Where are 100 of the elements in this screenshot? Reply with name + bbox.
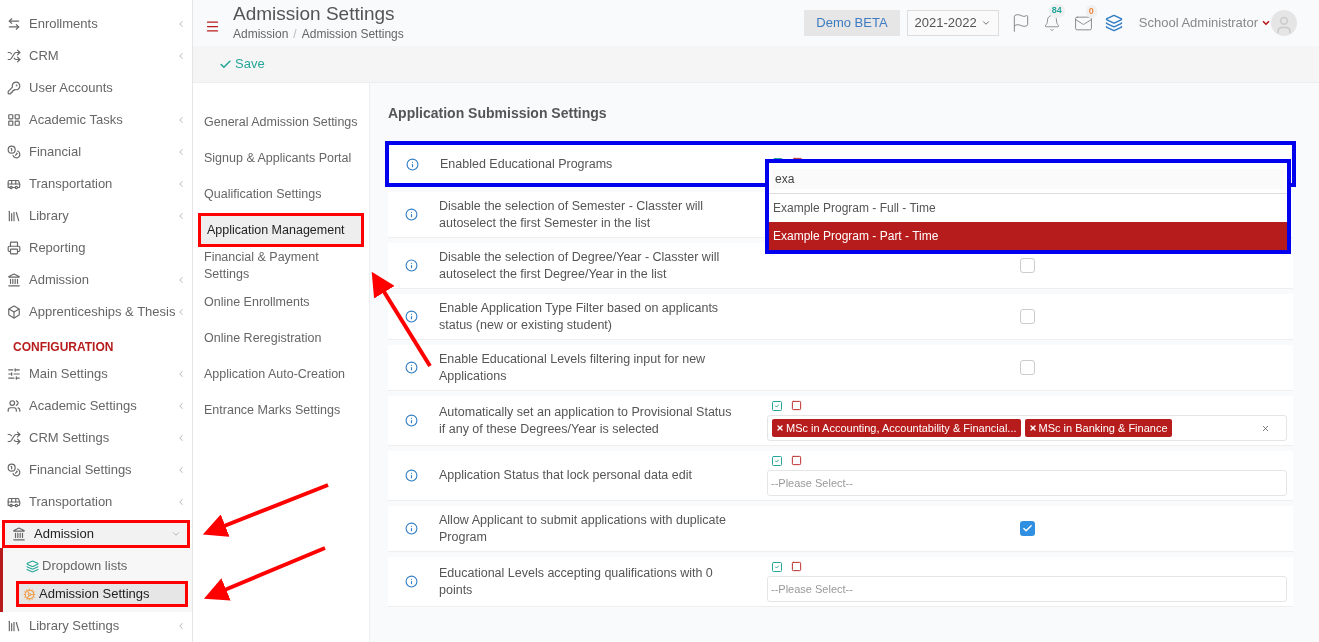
settings-tab[interactable]: General Admission Settings <box>204 105 358 139</box>
user-name[interactable]: School Administrator <box>1138 13 1258 33</box>
sidebar-item[interactable]: Reporting <box>0 234 192 262</box>
check-icon <box>1021 523 1033 534</box>
setting-label: Disable the selection of Semester - Classter will autoselect the first Semester in the list <box>439 197 704 232</box>
tag[interactable]: MSc in Banking & Finance <box>1024 418 1172 438</box>
settings-tab[interactable]: Online Reregistration <box>204 321 358 355</box>
bank-icon <box>7 273 21 287</box>
info-icon[interactable] <box>405 208 418 221</box>
sidebar-item[interactable]: Enrollments <box>0 10 192 38</box>
checkbox[interactable] <box>1019 309 1035 324</box>
sidebar-item[interactable]: Apprenticeships & Thesis <box>0 298 192 326</box>
chevron-left-icon <box>176 433 186 443</box>
deselect-all-icon[interactable] <box>791 400 802 411</box>
settings-tab[interactable]: Entrance Marks Settings <box>204 393 358 427</box>
chevron-down-icon <box>171 529 181 539</box>
setting-label: Enable Educational Levels filtering input for new Applications <box>439 350 707 385</box>
select-all-icon[interactable] <box>771 400 783 412</box>
info-icon[interactable] <box>405 469 418 482</box>
breadcrumb-separator: / <box>293 26 297 43</box>
sidebar-item[interactable]: Main Settings <box>0 360 192 388</box>
sidebar-item[interactable]: Financial <box>0 138 192 166</box>
chevron-left-icon <box>176 307 186 317</box>
sidebar-item[interactable]: CRM <box>0 42 192 70</box>
select-field[interactable]: --Please Select-- <box>767 576 1287 602</box>
remove-icon[interactable] <box>776 424 784 432</box>
sidebar-item[interactable]: Admission <box>0 266 192 294</box>
sidebar-item[interactable]: User Accounts <box>0 74 192 102</box>
bus-icon <box>7 177 21 191</box>
chevron-left-icon <box>176 147 186 157</box>
bus-icon <box>7 495 21 509</box>
sidebar-item[interactable]: Library <box>0 202 192 230</box>
books-icon <box>7 619 21 633</box>
chevron-left-icon <box>176 211 186 221</box>
sidebar-item[interactable]: Academic Settings <box>0 392 192 420</box>
select-all-icon[interactable] <box>771 561 783 573</box>
deselect-all-icon[interactable] <box>791 455 802 466</box>
grid-icon <box>7 113 21 127</box>
info-icon[interactable] <box>405 414 418 427</box>
demo-button[interactable]: Demo BETA <box>804 10 900 36</box>
info-icon[interactable] <box>405 575 418 588</box>
setting-label: Application Status that lock personal data edit <box>439 467 693 484</box>
remove-icon[interactable] <box>1028 424 1037 432</box>
multiselect-field[interactable]: MSc in Accounting, Accountability & Financial... MSc in Banking & Finance <box>767 415 1287 441</box>
year-select[interactable]: 2021-2022 <box>906 10 999 36</box>
box-icon <box>7 305 21 319</box>
sidebar-item[interactable]: Financial Settings <box>0 456 192 484</box>
sidebar-item[interactable]: Library Settings <box>0 612 192 640</box>
printer-icon <box>7 241 21 255</box>
bank-icon <box>12 527 26 541</box>
checkbox[interactable] <box>1019 258 1035 273</box>
chevron-left-icon <box>176 369 186 379</box>
sidebar-subitem[interactable]: Admission Settings <box>16 581 188 607</box>
info-icon[interactable] <box>405 522 418 535</box>
caret-icon <box>980 18 991 28</box>
clear-icon[interactable] <box>1261 423 1270 433</box>
deselect-all-icon[interactable] <box>791 561 802 572</box>
shuffle-icon <box>7 49 21 63</box>
sidebar-item[interactable]: Admission <box>2 520 190 548</box>
settings-tab[interactable]: Signup & Applicants Portal <box>204 141 358 175</box>
books-icon <box>7 209 21 223</box>
tag[interactable]: MSc in Accounting, Accountability & Financial... <box>772 418 1021 438</box>
notification-badge: 84 <box>1048 4 1065 18</box>
search-field[interactable]: exa <box>772 169 1284 189</box>
settings-tab[interactable]: Qualification Settings <box>204 177 358 211</box>
layers-plus-icon[interactable] <box>1104 14 1123 32</box>
chevron-left-icon <box>176 115 186 125</box>
sliders-icon <box>7 367 21 381</box>
people-icon <box>7 399 21 413</box>
select-all-icon[interactable] <box>771 455 783 467</box>
settings-tab[interactable]: Application Auto-Creation <box>204 357 358 391</box>
cog-icon <box>23 587 36 601</box>
dropdown-option[interactable]: Example Program - Part - Time <box>769 222 1287 250</box>
chevron-left-icon <box>176 19 186 29</box>
sidebar-item[interactable]: Academic Tasks <box>0 106 192 134</box>
settings-tab[interactable]: Application Management <box>198 213 364 247</box>
caret-icon <box>1261 18 1271 28</box>
chevron-left-icon <box>176 465 186 475</box>
sidebar-item[interactable]: Transportation <box>0 488 192 516</box>
check-icon <box>219 57 232 71</box>
sidebar-subitem[interactable]: Dropdown lists <box>23 553 192 579</box>
settings-tab[interactable]: Online Enrollments <box>204 285 358 319</box>
info-icon[interactable] <box>405 310 418 323</box>
checkbox[interactable] <box>1019 521 1035 536</box>
setting-label: Enable Application Type Filter based on applicants status (new or existing student) <box>439 299 720 334</box>
shuffle-icon <box>7 431 21 445</box>
arrows-icon <box>7 17 21 31</box>
checkbox[interactable] <box>1019 360 1035 375</box>
info-icon[interactable] <box>405 361 418 374</box>
breadcrumb-link[interactable]: Admission Settings <box>301 25 404 43</box>
sidebar-item[interactable]: CRM Settings <box>0 424 192 452</box>
menu-icon[interactable] <box>205 18 220 34</box>
breadcrumb-link[interactable]: Admission <box>233 25 289 43</box>
chevron-left-icon <box>176 179 186 189</box>
select-field[interactable]: --Please Select-- <box>767 470 1287 496</box>
bell-icon[interactable] <box>1042 14 1061 32</box>
info-icon[interactable] <box>405 259 418 272</box>
info-icon[interactable] <box>406 157 419 171</box>
sidebar-item[interactable]: Transportation <box>0 170 192 198</box>
settings-tab[interactable]: Financial & Payment Settings <box>204 249 358 283</box>
